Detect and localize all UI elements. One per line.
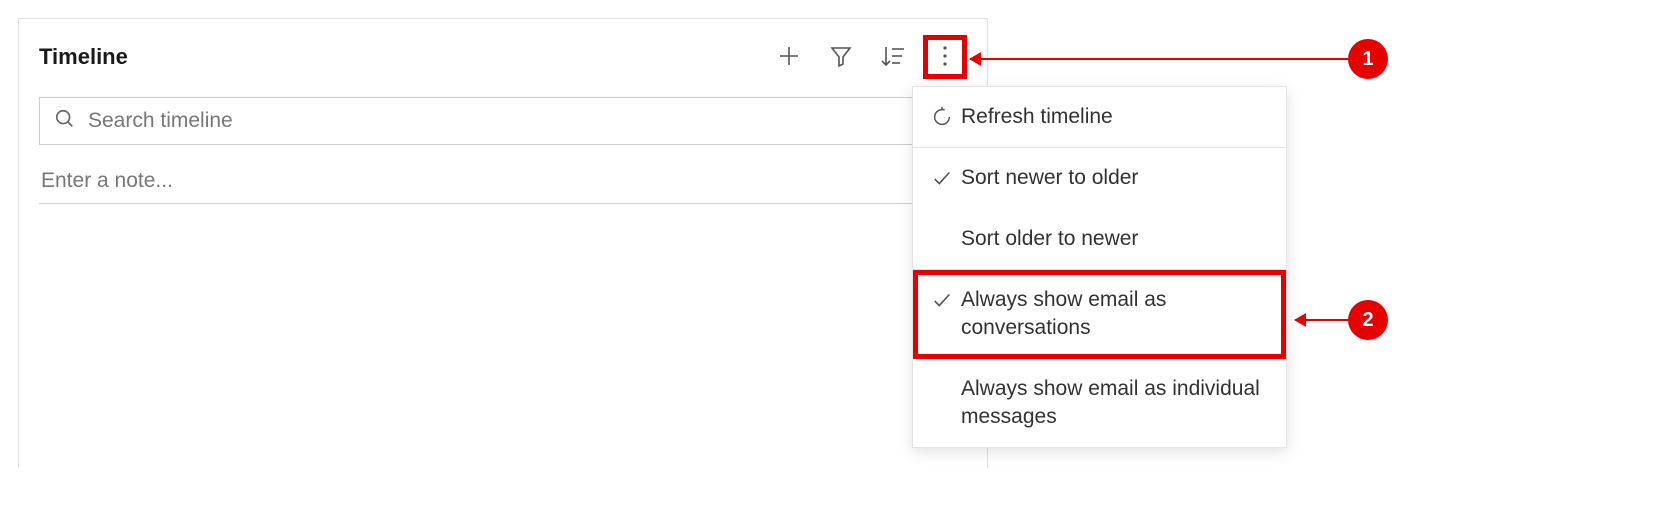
menu-item-email-conversations[interactable]: Always show email as conversations <box>913 270 1286 359</box>
menu-label: Sort older to newer <box>961 225 1268 253</box>
timeline-toolbar <box>767 35 967 79</box>
callout-badge-2: 2 <box>1348 300 1388 340</box>
more-options-menu: Refresh timeline Sort newer to older Sor… <box>912 86 1287 448</box>
menu-item-sort-older[interactable]: Sort older to newer <box>913 209 1286 269</box>
menu-label: Always show email as individual messages <box>961 375 1268 432</box>
plus-icon <box>777 44 801 71</box>
sort-button[interactable] <box>871 35 915 79</box>
sort-icon <box>880 44 906 71</box>
menu-item-email-individual[interactable]: Always show email as individual messages <box>913 359 1286 448</box>
refresh-icon <box>931 103 961 128</box>
more-vertical-icon <box>936 43 954 72</box>
menu-label: Always show email as conversations <box>961 286 1268 343</box>
timeline-panel: Timeline <box>18 18 988 468</box>
callout-arrow-1 <box>970 58 1352 60</box>
menu-section-refresh: Refresh timeline <box>913 87 1286 148</box>
menu-item-sort-newer[interactable]: Sort newer to older <box>913 148 1286 208</box>
add-button[interactable] <box>767 35 811 79</box>
menu-section-email: Always show email as conversations Alway… <box>913 270 1286 447</box>
empty-icon <box>931 225 961 228</box>
callout-badge-1: 1 <box>1348 39 1388 79</box>
menu-label: Sort newer to older <box>961 164 1268 192</box>
menu-label: Refresh timeline <box>961 103 1268 131</box>
search-container[interactable] <box>39 97 967 145</box>
menu-section-sort: Sort newer to older Sort older to newer <box>913 148 1286 270</box>
search-input[interactable] <box>88 109 952 133</box>
menu-item-refresh[interactable]: Refresh timeline <box>913 87 1286 147</box>
search-icon <box>54 108 88 135</box>
filter-icon <box>829 44 853 71</box>
timeline-header: Timeline <box>39 35 967 79</box>
filter-button[interactable] <box>819 35 863 79</box>
more-options-button[interactable] <box>923 35 967 79</box>
callout-arrow-2 <box>1295 319 1352 321</box>
empty-icon <box>931 375 961 378</box>
check-icon <box>931 164 961 189</box>
timeline-title: Timeline <box>39 44 128 70</box>
check-icon <box>931 286 961 311</box>
note-input[interactable] <box>39 163 967 204</box>
